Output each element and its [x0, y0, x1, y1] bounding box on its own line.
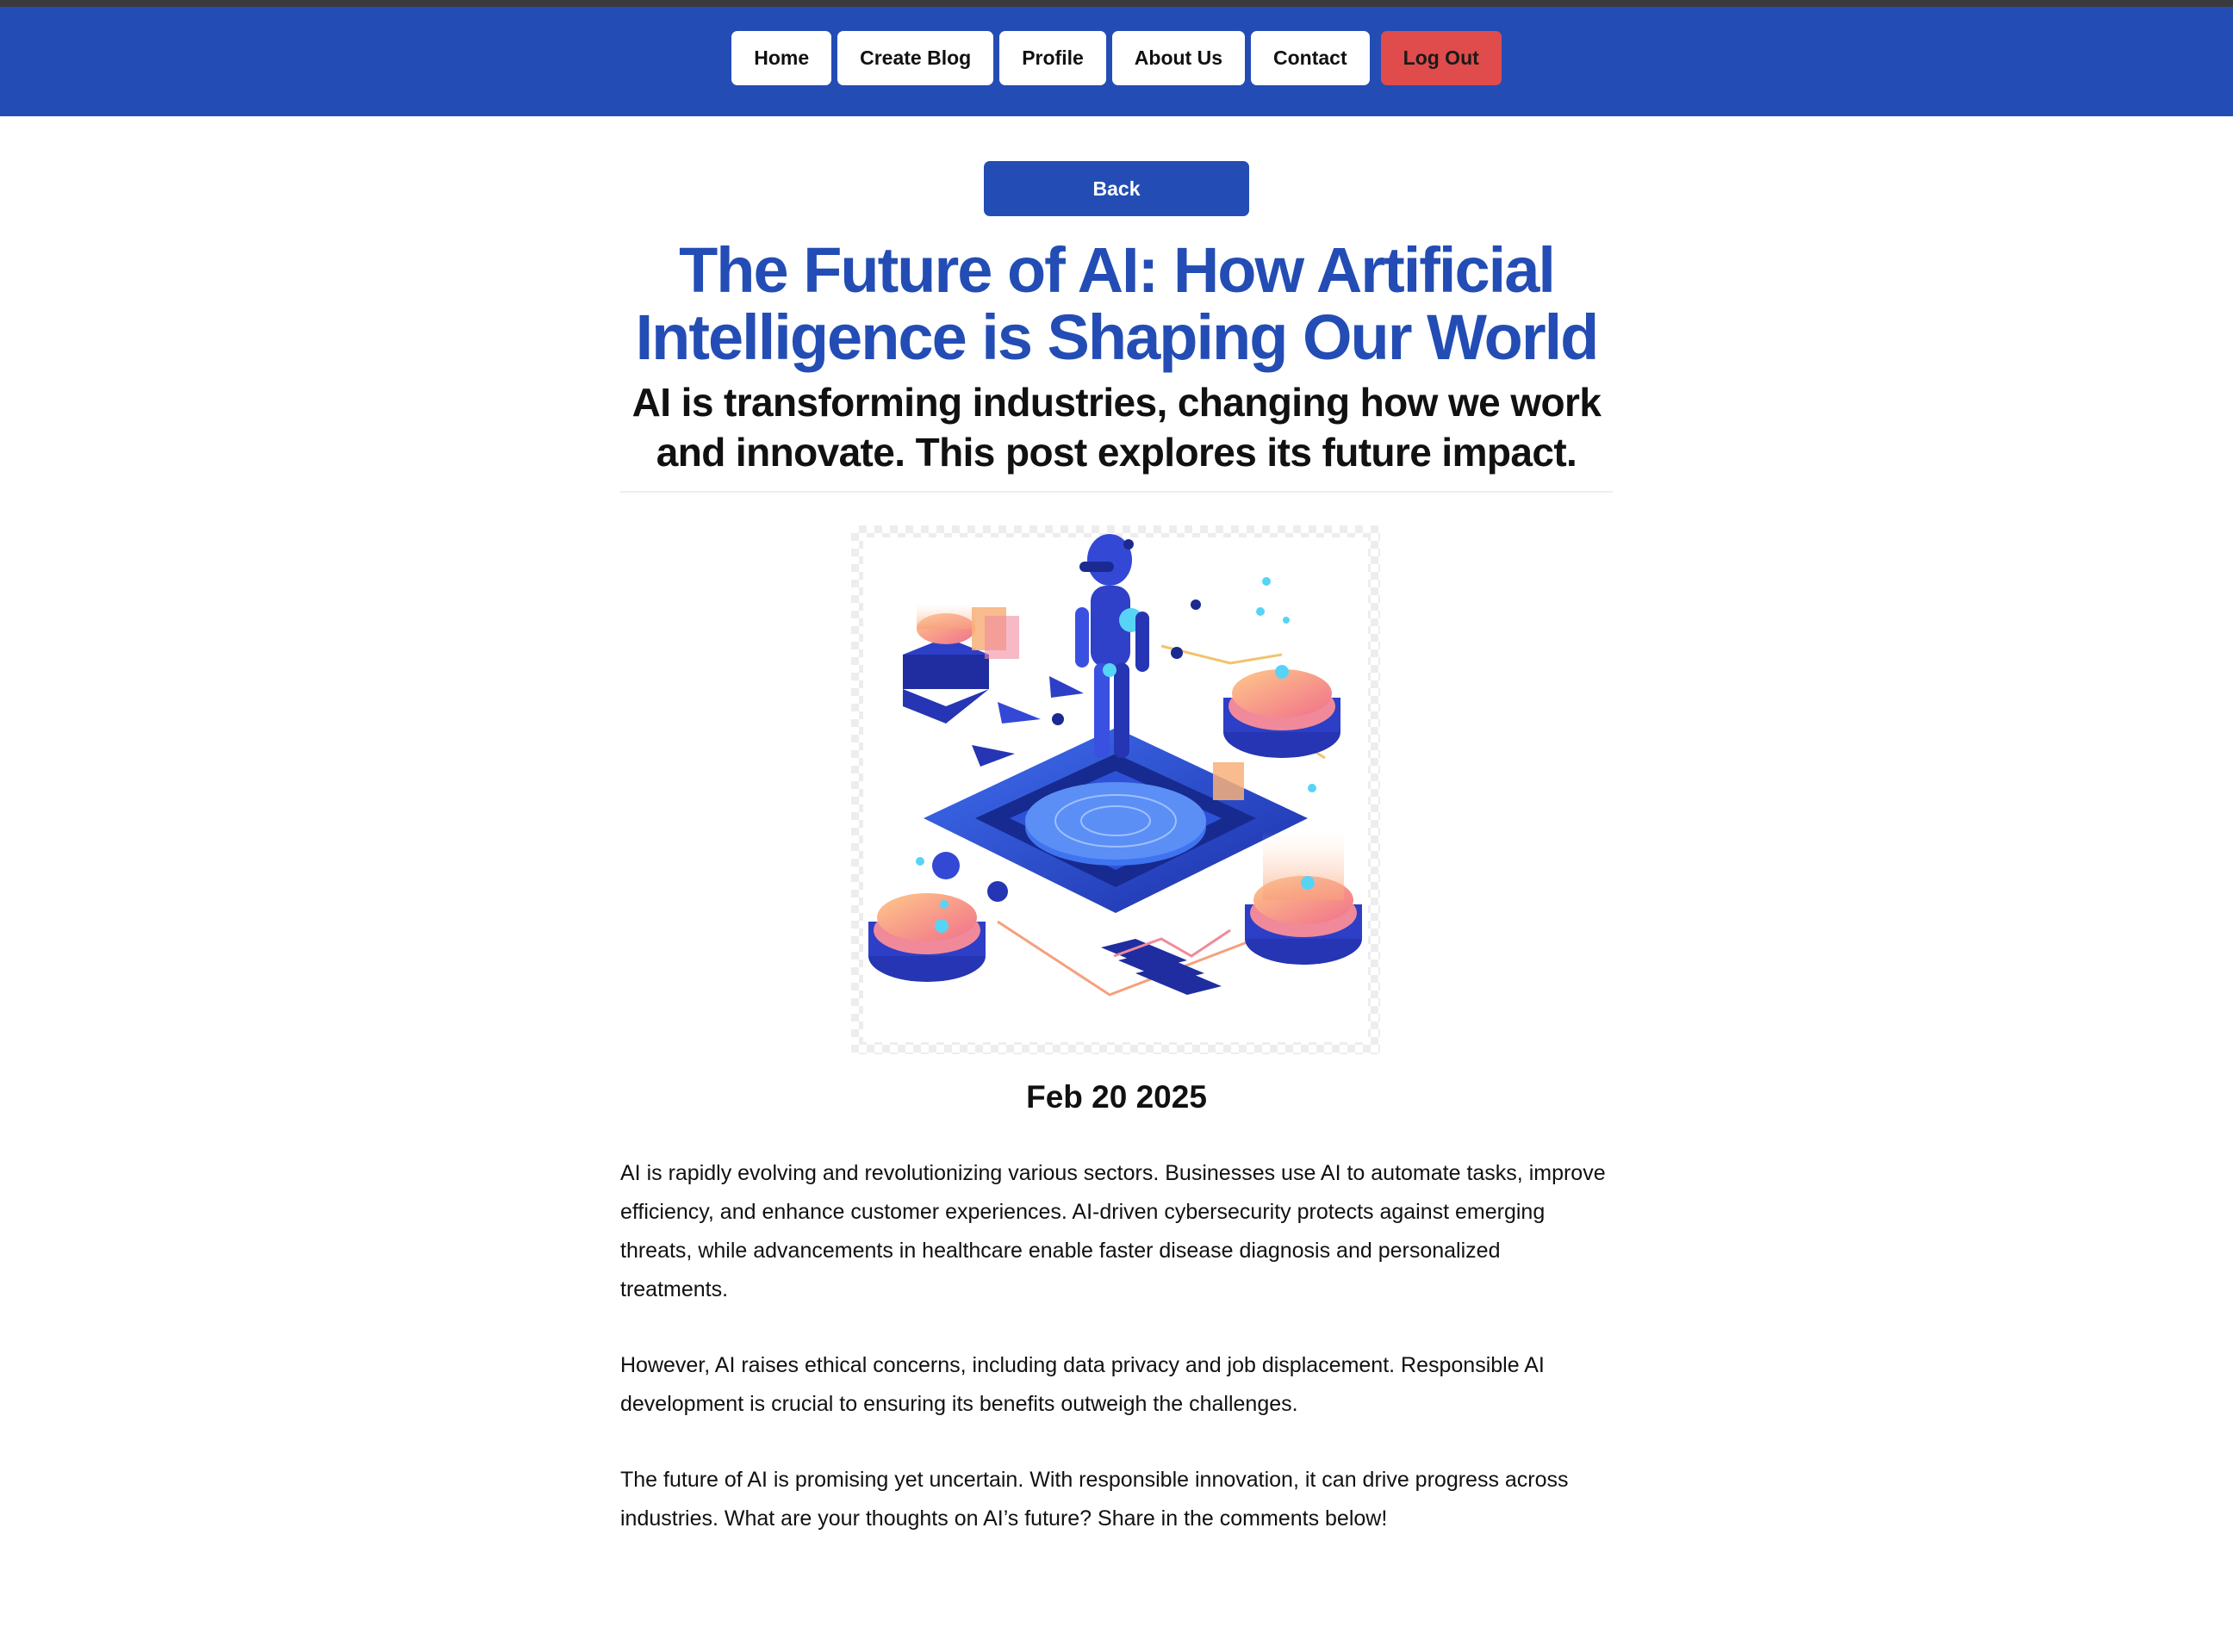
post-paragraph: AI is rapidly evolving and revolutionizi… — [620, 1161, 1606, 1301]
nav-contact-button[interactable]: Contact — [1251, 31, 1370, 85]
nav-create-blog-button[interactable]: Create Blog — [837, 31, 994, 85]
nav-profile-button[interactable]: Profile — [999, 31, 1106, 85]
window-top-border — [0, 0, 2233, 7]
post-date: Feb 20 2025 — [1026, 1079, 1207, 1115]
nav-about-us-button[interactable]: About Us — [1111, 31, 1246, 85]
post-subtitle: AI is transforming industries, changing … — [631, 380, 1602, 475]
post-body: AI is rapidly evolving and revolutionizi… — [620, 1154, 1613, 1575]
nav-home-button[interactable]: Home — [731, 31, 832, 85]
title-divider — [620, 491, 1613, 493]
logout-button[interactable]: Log Out — [1380, 31, 1502, 85]
post-cover-image — [851, 525, 1380, 1054]
ai-isometric-illustration-icon — [863, 534, 1368, 1042]
top-navbar: Home Create Blog Profile About Us Contac… — [0, 7, 2233, 116]
post-title: The Future of AI: How Artificial Intelli… — [635, 234, 1600, 373]
back-button[interactable]: Back — [984, 161, 1249, 216]
post-paragraph: However, AI raises ethical concerns, inc… — [620, 1353, 1545, 1416]
post-paragraph: The future of AI is promising yet uncert… — [620, 1468, 1569, 1531]
